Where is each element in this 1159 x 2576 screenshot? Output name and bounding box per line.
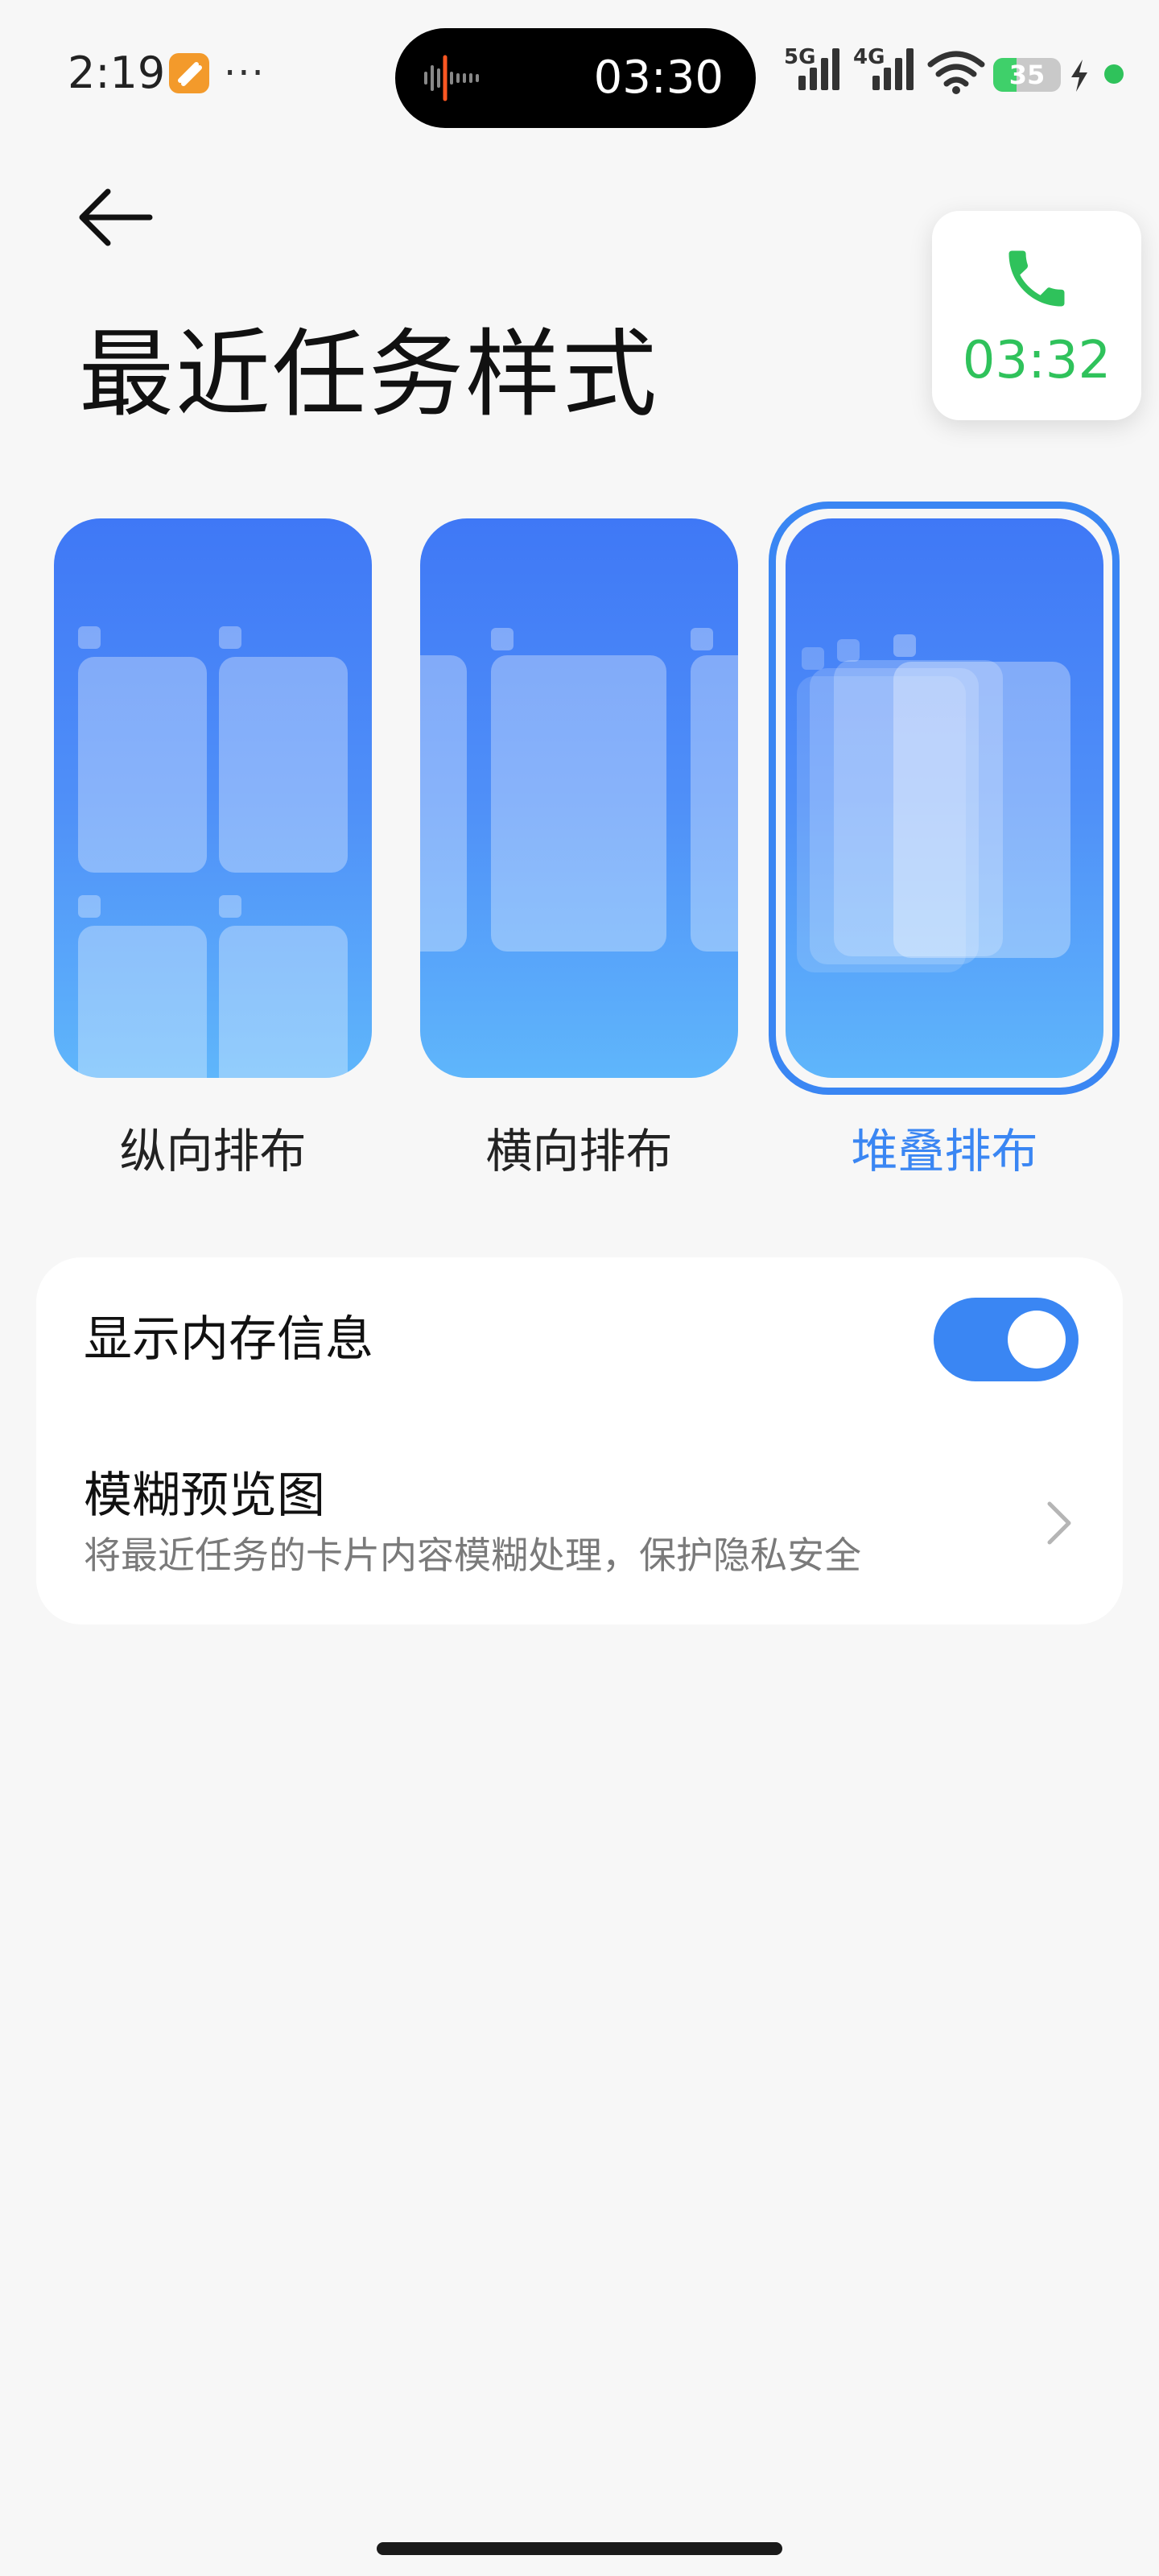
blur-preview-description: 将最近任务的卡片内容模糊处理，保护隐私安全 bbox=[84, 1534, 861, 1577]
status-time: 2:19 bbox=[68, 47, 166, 98]
layout-option-vertical[interactable] bbox=[54, 518, 372, 1078]
layout-option-horizontal[interactable] bbox=[420, 518, 738, 1078]
battery-indicator: 35 bbox=[993, 58, 1061, 92]
more-notifications-icon: ··· bbox=[224, 51, 266, 96]
show-memory-toggle[interactable] bbox=[934, 1298, 1079, 1381]
layout-label-stacked[interactable]: 堆叠排布 bbox=[786, 1119, 1103, 1183]
battery-level: 35 bbox=[1008, 60, 1046, 90]
recording-wave-icon bbox=[424, 55, 479, 101]
layout-option-stacked[interactable] bbox=[786, 518, 1103, 1078]
privacy-indicator-dot bbox=[1104, 64, 1124, 84]
show-memory-label: 显示内存信息 bbox=[84, 1311, 373, 1368]
page-title: 最近任务样式 bbox=[79, 319, 659, 430]
vertical-layout-preview bbox=[78, 626, 348, 1078]
signal-5g-icon bbox=[798, 48, 839, 90]
back-button[interactable] bbox=[76, 184, 159, 251]
layout-label-vertical[interactable]: 纵向排布 bbox=[54, 1119, 372, 1183]
charging-icon bbox=[1071, 60, 1087, 92]
app-notification-icon bbox=[169, 53, 209, 93]
layout-label-horizontal[interactable]: 横向排布 bbox=[420, 1119, 738, 1183]
stacked-layout-preview bbox=[797, 634, 1070, 972]
horizontal-layout-preview bbox=[420, 628, 738, 952]
blur-preview-label: 模糊预览图 bbox=[84, 1468, 325, 1524]
dynamic-island[interactable]: 03:30 bbox=[395, 28, 756, 128]
signal-4g-icon bbox=[872, 48, 914, 90]
home-indicator[interactable] bbox=[377, 2542, 782, 2555]
phone-icon bbox=[1008, 250, 1065, 307]
island-timer: 03:30 bbox=[593, 52, 724, 104]
floating-call-widget[interactable]: 03:32 bbox=[932, 211, 1141, 420]
call-timer: 03:32 bbox=[962, 331, 1112, 390]
wifi-icon bbox=[927, 51, 985, 94]
toggle-knob bbox=[1008, 1311, 1066, 1368]
chevron-right-icon bbox=[1047, 1501, 1071, 1545]
arrow-left-icon bbox=[79, 188, 153, 246]
